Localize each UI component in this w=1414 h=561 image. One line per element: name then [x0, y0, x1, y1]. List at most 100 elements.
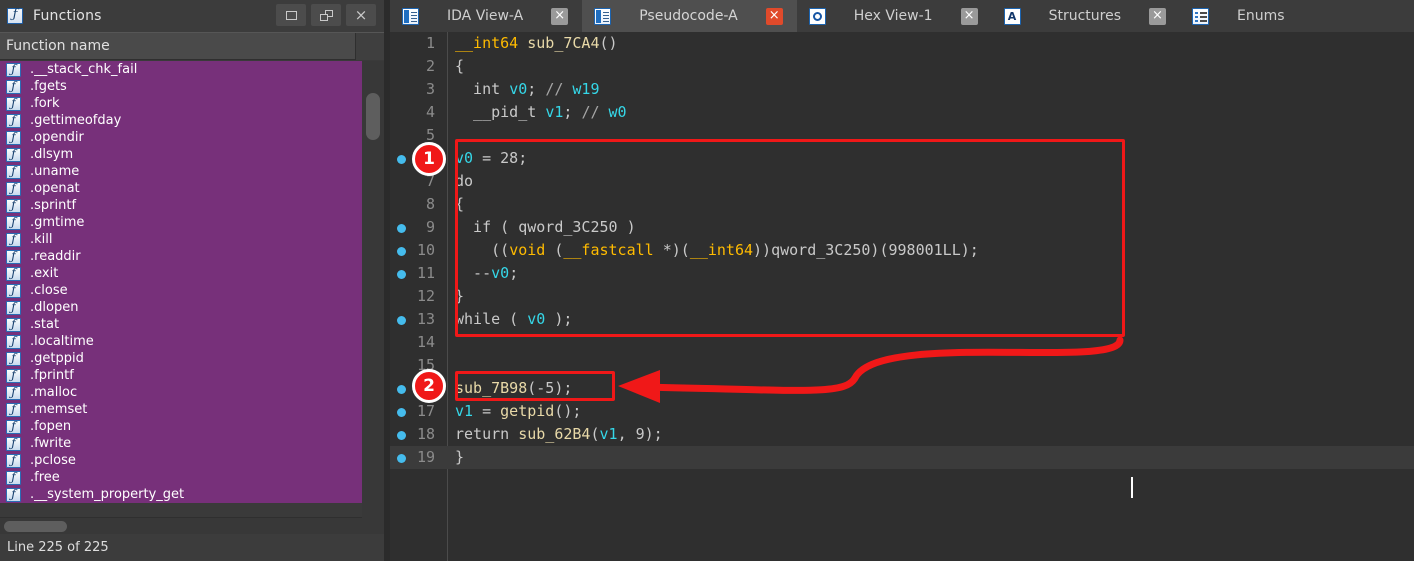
restore-button[interactable] — [276, 4, 306, 26]
token-function-name[interactable]: getpid — [500, 402, 554, 420]
token-variable[interactable]: v0 — [509, 80, 527, 98]
token-function-name[interactable]: sub_62B4 — [518, 425, 590, 443]
function-list-item[interactable]: .fopen — [0, 418, 362, 435]
horizontal-scrollbar-thumb[interactable] — [4, 521, 67, 532]
maximize-button[interactable] — [311, 4, 341, 26]
function-list-item-label: .__stack_chk_fail — [30, 62, 138, 77]
line-number: 13 — [416, 310, 435, 328]
function-list-item[interactable]: .stat — [0, 316, 362, 333]
function-list-item[interactable]: .dlopen — [0, 299, 362, 316]
function-list-item-label: .fopen — [30, 419, 72, 434]
functions-panel-title: Functions — [33, 8, 102, 24]
function-list-item-label: .readdir — [30, 249, 81, 264]
line-text: __pid_t v1; // w0 — [455, 101, 627, 124]
code-line[interactable]: 9 if ( qword_3C250 ) — [390, 216, 1414, 239]
tab-ida-view-a[interactable]: IDA View-A — [390, 0, 582, 32]
code-line[interactable]: 18 return sub_62B4(v1, 9); — [390, 423, 1414, 446]
tab-close-icon[interactable] — [551, 6, 569, 25]
token-punct: ); — [545, 310, 573, 328]
token-punct: ( — [590, 425, 600, 443]
function-list-vertical-scrollbar[interactable] — [362, 61, 384, 517]
code-line[interactable]: 5 — [390, 124, 1414, 147]
code-line[interactable]: 16 sub_7B98(-5); — [390, 377, 1414, 400]
function-list-item[interactable]: .memset — [0, 401, 362, 418]
function-icon — [6, 163, 21, 179]
token-variable[interactable]: v1 — [455, 402, 473, 420]
tab-label: Enums — [1236, 8, 1285, 24]
line-number: 7 — [425, 172, 435, 190]
tab-hex-view-1[interactable]: Hex View-1 — [797, 0, 992, 32]
token-keyword-return: return — [455, 425, 519, 443]
close-button[interactable]: × — [346, 4, 376, 26]
tab-pseudocode-a[interactable]: Pseudocode-A — [582, 0, 797, 32]
line-text: v1 = getpid(); — [455, 400, 581, 423]
code-line[interactable]: 17 v1 = getpid(); — [390, 400, 1414, 423]
token-function-name[interactable]: sub_7B98 — [455, 379, 527, 397]
code-line[interactable]: 1 __int64 sub_7CA4() — [390, 32, 1414, 55]
pseudocode-view[interactable]: 1 __int64 sub_7CA4() 2 { 3 int v0; // w1… — [390, 32, 1414, 561]
function-list-item[interactable]: .dlsym — [0, 146, 362, 163]
token-variable[interactable]: v0 — [455, 149, 473, 167]
function-list-item-label: .pclose — [30, 453, 76, 468]
function-list-item[interactable]: .free — [0, 469, 362, 486]
code-line[interactable]: 15 — [390, 354, 1414, 377]
code-line[interactable]: 19 } — [390, 446, 1414, 469]
function-icon — [6, 95, 21, 111]
function-list-item[interactable]: .sprintf — [0, 197, 362, 214]
function-list-item[interactable]: .openat — [0, 180, 362, 197]
code-line[interactable]: 6 v0 = 28; — [390, 147, 1414, 170]
function-list-item[interactable]: .__stack_chk_fail — [0, 61, 362, 78]
code-line[interactable]: 11 --v0; — [390, 262, 1414, 285]
tab-structures[interactable]: Structures — [992, 0, 1180, 32]
function-name-column-header[interactable]: Function name — [0, 32, 384, 60]
tab-close-icon[interactable] — [960, 6, 978, 25]
code-line[interactable]: 10 ((void (__fastcall *)(__int64))qword_… — [390, 239, 1414, 262]
code-line[interactable]: 8 { — [390, 193, 1414, 216]
hex-view-icon — [808, 7, 826, 25]
function-icon — [6, 214, 21, 230]
token-variable[interactable]: v0 — [527, 310, 545, 328]
tab-enums[interactable]: Enums — [1180, 0, 1327, 32]
function-list-item[interactable]: .gmtime — [0, 214, 362, 231]
function-icon — [6, 180, 21, 196]
function-list-item-label: .uname — [30, 164, 80, 179]
function-list-item-label: .sprintf — [30, 198, 77, 213]
function-list-item[interactable]: .uname — [0, 163, 362, 180]
function-list-item[interactable]: .close — [0, 282, 362, 299]
function-list-item[interactable]: .pclose — [0, 452, 362, 469]
tab-close-icon[interactable] — [765, 6, 783, 25]
function-list-item[interactable]: .localtime — [0, 333, 362, 350]
token-variable[interactable]: v1 — [600, 425, 618, 443]
function-list-item[interactable]: .opendir — [0, 129, 362, 146]
code-line[interactable]: 12 } — [390, 285, 1414, 308]
function-list-item[interactable]: .exit — [0, 265, 362, 282]
function-list-item[interactable]: .fgets — [0, 78, 362, 95]
function-list-item[interactable]: .readdir — [0, 248, 362, 265]
token-function-name[interactable]: sub_7CA4 — [518, 34, 599, 52]
function-list-item[interactable]: .kill — [0, 231, 362, 248]
code-line[interactable]: 14 — [390, 331, 1414, 354]
code-line[interactable]: 4 __pid_t v1; // w0 — [390, 101, 1414, 124]
function-list-item[interactable]: .__system_property_get — [0, 486, 362, 503]
function-list-item[interactable]: .fprintf — [0, 367, 362, 384]
function-list-item[interactable]: .fwrite — [0, 435, 362, 452]
token-punct: (( — [455, 241, 510, 259]
function-list: .__stack_chk_fail .fgets .fork .gettimeofda… — [0, 61, 362, 503]
text-caret — [1131, 477, 1133, 498]
function-list-horizontal-scrollbar[interactable] — [0, 517, 384, 535]
line-number: 11 — [416, 264, 435, 282]
function-list-item[interactable]: .getppid — [0, 350, 362, 367]
function-list-item[interactable]: .fork — [0, 95, 362, 112]
code-line[interactable]: 2 { — [390, 55, 1414, 78]
vertical-scrollbar-thumb[interactable] — [366, 93, 380, 140]
scrollbar-corner — [362, 517, 384, 534]
code-line[interactable]: 7 do — [390, 170, 1414, 193]
token-variable[interactable]: v1 — [545, 103, 563, 121]
function-list-item[interactable]: .malloc — [0, 384, 362, 401]
tab-close-icon[interactable] — [1148, 6, 1166, 25]
code-line[interactable]: 3 int v0; // w19 — [390, 78, 1414, 101]
token-variable[interactable]: v0 — [491, 264, 509, 282]
code-line[interactable]: 13 while ( v0 ); — [390, 308, 1414, 331]
code-body[interactable]: 1 __int64 sub_7CA4() 2 { 3 int v0; // w1… — [390, 32, 1414, 561]
function-list-item[interactable]: .gettimeofday — [0, 112, 362, 129]
